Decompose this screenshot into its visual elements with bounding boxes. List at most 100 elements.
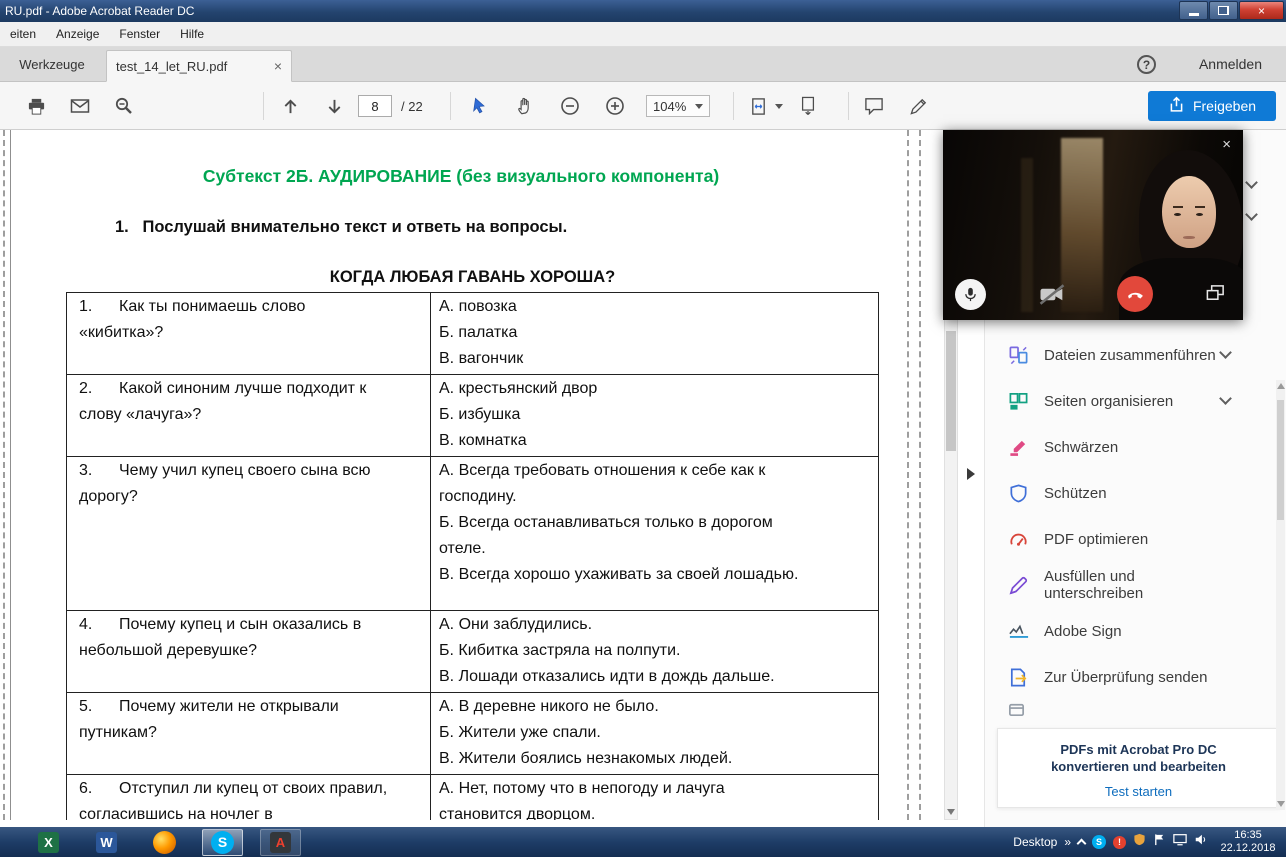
scroll-down-arrow[interactable]	[945, 809, 957, 815]
tray-flag-icon[interactable]	[1153, 833, 1166, 851]
question-cell: 1. Как ты понимаешь слово «кибитка»?	[67, 293, 431, 374]
zoom-in-icon[interactable]	[605, 95, 625, 117]
chevron-down-icon[interactable]	[775, 104, 783, 109]
redact-icon	[1007, 436, 1030, 459]
screen-share-button[interactable]	[1203, 281, 1227, 305]
tab-werkzeuge-label: Werkzeuge	[19, 57, 85, 72]
show-hidden-icons-button[interactable]	[1077, 839, 1087, 849]
tab-document-label: test_14_let_RU.pdf	[116, 59, 266, 74]
tab-close-icon[interactable]: ×	[274, 59, 282, 73]
document-instruction: 1. Послушай внимательно текст и ответь н…	[115, 218, 567, 237]
toolbar-separator	[848, 92, 849, 120]
scrollbar-thumb[interactable]	[946, 331, 956, 451]
window-titlebar: RU.pdf - Adobe Acrobat Reader DC ×	[0, 0, 1286, 22]
tool-item-label: Ausfüllen und unterschreiben	[1044, 568, 1234, 602]
previous-page-icon[interactable]	[280, 95, 300, 117]
zoom-out-icon[interactable]	[560, 95, 580, 117]
tools-list: Dateien zusammenführen Seiten organisier…	[985, 332, 1274, 700]
table-row: 2. Какой синоним лучше подходит к слову …	[67, 375, 878, 457]
tool-item-combine-files[interactable]: Dateien zusammenführen	[985, 332, 1274, 378]
scroll-mode-icon[interactable]	[798, 95, 818, 117]
page-count-label: / 22	[401, 99, 423, 114]
comment-icon[interactable]	[864, 95, 884, 117]
taskbar-word-button[interactable]: W	[86, 829, 127, 856]
tool-item-adobe-sign[interactable]: Adobe Sign	[985, 608, 1274, 654]
chevron-down-icon[interactable]	[1245, 176, 1258, 189]
start-trial-link[interactable]: Test starten	[1105, 784, 1172, 799]
taskbar-acrobat-button[interactable]: A	[260, 829, 301, 856]
scroll-down-arrow[interactable]	[1276, 801, 1285, 807]
zoom-select[interactable]: 104%	[646, 95, 710, 117]
panel-collapse-handle[interactable]	[962, 458, 980, 490]
main-toolbar: / 22 104% Freigeben	[0, 82, 1286, 130]
tray-speaker-icon[interactable]	[1194, 833, 1208, 851]
partial-tool-icon[interactable]	[1007, 700, 1026, 724]
share-icon	[1168, 96, 1185, 116]
end-call-button[interactable]	[1117, 276, 1153, 312]
answer-option: В. Жители боялись незнакомых людей.	[439, 746, 802, 772]
question-cell: 3. Чему учил купец своего сына всю дорог…	[67, 457, 431, 610]
answer-option: Б. избушка	[439, 402, 802, 428]
pencil-icon[interactable]	[908, 95, 928, 117]
zoom-tool-icon[interactable]	[114, 95, 134, 117]
restore-button[interactable]	[1209, 1, 1238, 20]
table-title: КОГДА ЛЮБАЯ ГАВАНЬ ХОРОША?	[66, 268, 879, 287]
close-button[interactable]: ×	[1239, 1, 1284, 20]
camera-off-button[interactable]	[1037, 282, 1067, 306]
share-button[interactable]: Freigeben	[1148, 91, 1276, 121]
answer-option: В. комнатка	[439, 428, 802, 454]
pen-icon	[1007, 574, 1030, 597]
question-table: 1. Как ты понимаешь слово «кибитка»? А. …	[66, 292, 879, 820]
tool-item-redact[interactable]: Schwärzen	[985, 424, 1274, 470]
help-button[interactable]: ?	[1137, 55, 1156, 74]
table-row: 4. Почему купец и сын оказались в неболь…	[67, 611, 878, 693]
email-icon[interactable]	[70, 95, 90, 117]
answer-option: А. повозка	[439, 294, 802, 320]
sign-in-button[interactable]: Anmelden	[1199, 47, 1262, 81]
toolbar-separator	[263, 92, 264, 120]
tool-item-organize-pages[interactable]: Seiten organisieren	[985, 378, 1274, 424]
tab-werkzeuge[interactable]: Werkzeuge	[0, 47, 104, 81]
taskbar-clock[interactable]: 16:35 22.12.2018	[1215, 829, 1281, 855]
hand-tool-icon[interactable]	[515, 95, 535, 117]
toolbar-separator	[733, 92, 734, 120]
page-number-input[interactable]	[358, 95, 392, 117]
scroll-up-arrow[interactable]	[1276, 383, 1285, 389]
share-label: Freigeben	[1193, 98, 1256, 114]
tray-skype-icon[interactable]: S	[1092, 835, 1106, 849]
chevron-down-icon[interactable]	[1245, 208, 1258, 221]
tool-item-label: Seiten organisieren	[1044, 393, 1173, 410]
minimize-button[interactable]	[1179, 1, 1208, 20]
firefox-icon	[153, 831, 176, 854]
person-eye	[1196, 213, 1203, 216]
menu-item-bearbeiten[interactable]: eiten	[0, 22, 46, 46]
tray-monitor-icon[interactable]	[1173, 833, 1187, 851]
answer-option: Б. палатка	[439, 320, 802, 346]
microphone-button[interactable]	[955, 279, 986, 310]
taskbar-firefox-button[interactable]	[144, 829, 185, 856]
tool-item-protect[interactable]: Schützen	[985, 470, 1274, 516]
panel-scrollbar[interactable]	[1276, 380, 1285, 810]
tool-item-label: Schwärzen	[1044, 439, 1118, 456]
tool-item-optimize-pdf[interactable]: PDF optimieren	[985, 516, 1274, 562]
tool-item-send-for-review[interactable]: Zur Überprüfung senden	[985, 654, 1274, 700]
desktop-toolbar-expand[interactable]: »	[1064, 835, 1071, 849]
menu-item-hilfe[interactable]: Hilfe	[170, 22, 214, 46]
fit-width-icon[interactable]	[748, 95, 768, 117]
tool-item-label: Schützen	[1044, 485, 1107, 502]
tray-shield-icon[interactable]	[1133, 833, 1146, 851]
next-page-icon[interactable]	[324, 95, 344, 117]
taskbar-skype-button[interactable]: S	[202, 829, 243, 856]
print-icon[interactable]	[26, 95, 46, 117]
shield-icon	[1007, 482, 1030, 505]
taskbar-excel-button[interactable]: X	[28, 829, 69, 856]
tray-alert-icon[interactable]: !	[1113, 836, 1126, 849]
select-tool-icon[interactable]	[470, 95, 490, 117]
menu-item-fenster[interactable]: Fenster	[109, 22, 170, 46]
video-close-icon[interactable]: ×	[1222, 136, 1231, 153]
tab-document[interactable]: test_14_let_RU.pdf ×	[106, 50, 292, 82]
tool-item-fill-sign[interactable]: Ausfüllen und unterschreiben	[985, 562, 1274, 608]
scrollbar-thumb[interactable]	[1277, 400, 1284, 520]
excel-icon: X	[38, 832, 59, 853]
menu-item-anzeige[interactable]: Anzeige	[46, 22, 109, 46]
